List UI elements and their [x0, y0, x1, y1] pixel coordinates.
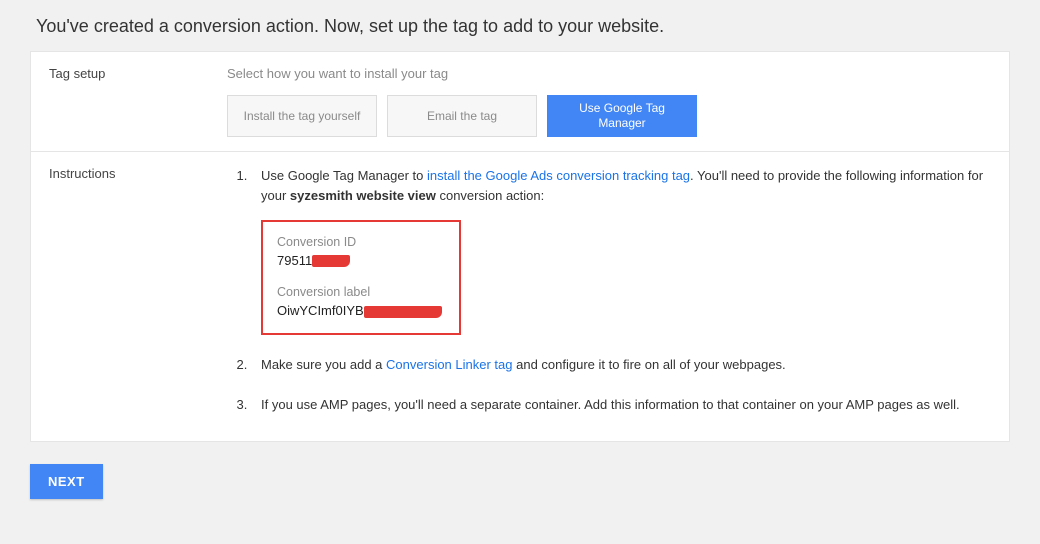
- setup-card: Tag setup Select how you want to install…: [30, 51, 1010, 442]
- instruction-step-3: If you use AMP pages, you'll need a sepa…: [251, 395, 985, 415]
- tag-setup-row: Tag setup Select how you want to install…: [31, 52, 1009, 151]
- step1-text-c: conversion action:: [436, 188, 544, 203]
- tab-use-gtm[interactable]: Use Google Tag Manager: [547, 95, 697, 137]
- install-method-tabs: Install the tag yourself Email the tag U…: [227, 95, 991, 137]
- redacted-block: [312, 255, 350, 267]
- conversion-details-box: Conversion ID 79511 Conversion label Oiw…: [261, 220, 461, 334]
- tag-setup-helper: Select how you want to install your tag: [227, 66, 991, 81]
- instructions-row: Instructions Use Google Tag Manager to i…: [31, 151, 1009, 441]
- step2-text-b: and configure it to fire on all of your …: [513, 357, 786, 372]
- conversion-linker-tag-link[interactable]: Conversion Linker tag: [386, 357, 512, 372]
- redacted-block: [364, 306, 442, 318]
- page-heading: You've created a conversion action. Now,…: [0, 0, 1040, 51]
- tab-install-yourself[interactable]: Install the tag yourself: [227, 95, 377, 137]
- conversion-id-label: Conversion ID: [277, 234, 445, 252]
- instruction-step-2: Make sure you add a Conversion Linker ta…: [251, 355, 985, 375]
- conversion-label-value: OiwYCImf0IYB: [277, 302, 364, 320]
- next-button[interactable]: NEXT: [30, 464, 103, 499]
- step2-text-a: Make sure you add a: [261, 357, 386, 372]
- install-tracking-tag-link[interactable]: install the Google Ads conversion tracki…: [427, 168, 690, 183]
- tag-setup-label: Tag setup: [49, 66, 227, 137]
- conversion-action-name: syzesmith website view: [290, 188, 436, 203]
- conversion-id-value: 79511: [277, 252, 312, 270]
- step1-text-a: Use Google Tag Manager to: [261, 168, 427, 183]
- tab-email-tag[interactable]: Email the tag: [387, 95, 537, 137]
- conversion-label-label: Conversion label: [277, 284, 445, 302]
- instruction-step-1: Use Google Tag Manager to install the Go…: [251, 166, 985, 335]
- instructions-label: Instructions: [49, 166, 227, 427]
- instructions-list: Use Google Tag Manager to install the Go…: [227, 166, 991, 427]
